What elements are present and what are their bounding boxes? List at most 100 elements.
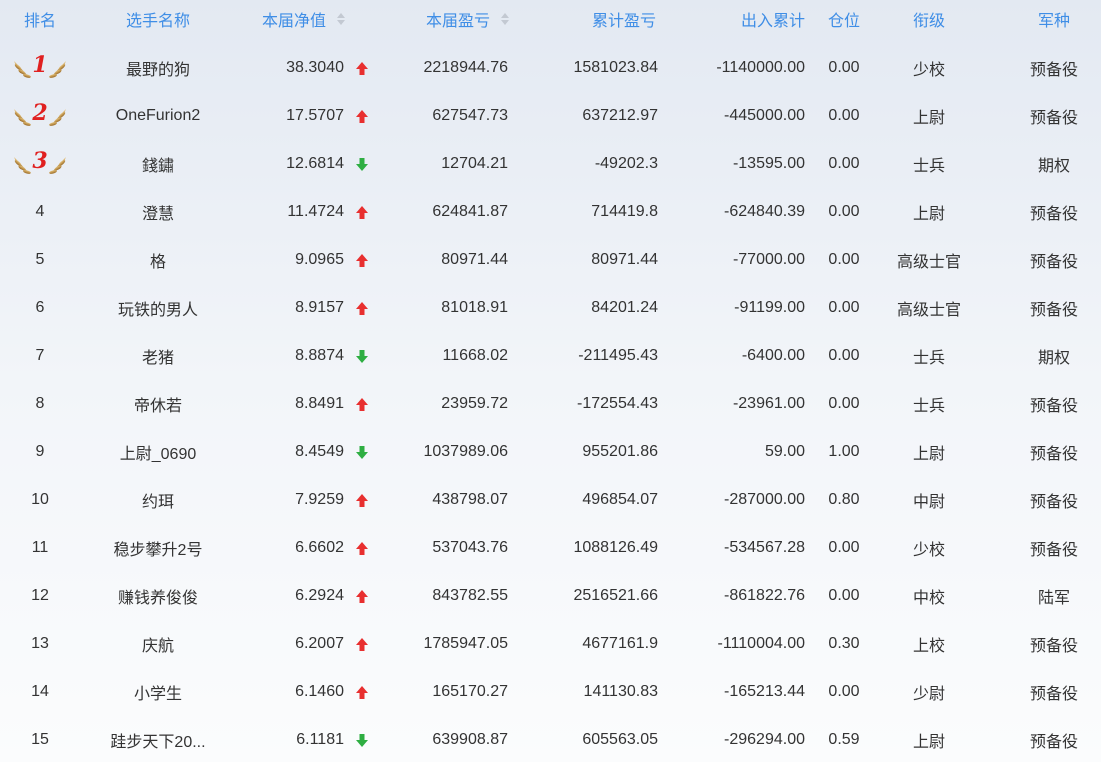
cell-branch: 期权 bbox=[1037, 158, 1070, 175]
cell-rank: 11 bbox=[0, 524, 80, 572]
cell-title: 少校 bbox=[912, 62, 945, 79]
sort-icon[interactable] bbox=[336, 13, 346, 25]
table-row[interactable]: 10 约珥 7.9259 438798.07 496854.07 -287000.00 0.… bbox=[0, 476, 1101, 524]
cell-title: 士兵 bbox=[912, 350, 945, 367]
arrow-up-icon bbox=[350, 572, 374, 620]
cell-title: 高级士官 bbox=[896, 302, 961, 319]
table-row[interactable]: 1 最野的狗 38.3040 2218944.76 1581023.84 -1140000… bbox=[0, 44, 1101, 92]
cell-cumulative: 141130.83 bbox=[583, 683, 658, 700]
cell-rank: 10 bbox=[0, 476, 80, 524]
cell-pnl: 537043.76 bbox=[432, 539, 508, 556]
header-position: 仓位 bbox=[827, 13, 860, 30]
cell-branch: 预备役 bbox=[1029, 398, 1078, 415]
cell-flow: -534567.28 bbox=[724, 539, 805, 556]
cell-flow: -445000.00 bbox=[724, 107, 805, 124]
cell-pnl: 1037989.06 bbox=[423, 443, 508, 460]
cell-nav: 7.9259 bbox=[295, 491, 344, 508]
cell-branch: 预备役 bbox=[1029, 446, 1078, 463]
table-row[interactable]: 6 玩铁的男人 8.9157 81018.91 84201.24 -91199.00 0.0… bbox=[0, 284, 1101, 332]
player-name-link[interactable]: 老猪 bbox=[80, 332, 236, 380]
player-name-link[interactable]: 约珥 bbox=[80, 476, 236, 524]
player-name-link[interactable]: 跬步天下20... bbox=[80, 716, 236, 762]
cell-flow: -91199.00 bbox=[734, 299, 805, 316]
cell-cumulative: 714419.8 bbox=[591, 203, 658, 220]
cell-flow: -624840.39 bbox=[724, 203, 805, 220]
player-name-link[interactable]: 庆航 bbox=[80, 620, 236, 668]
cell-nav: 6.2924 bbox=[295, 587, 344, 604]
arrow-up-icon bbox=[350, 620, 374, 668]
cell-nav: 8.8491 bbox=[295, 395, 344, 412]
cell-nav: 8.4549 bbox=[295, 443, 344, 460]
cell-rank: 14 bbox=[0, 668, 80, 716]
cell-position: 0.00 bbox=[828, 299, 860, 316]
cell-branch: 预备役 bbox=[1029, 494, 1078, 511]
table-row[interactable]: 9 上尉_0690 8.4549 1037989.06 955201.86 59.00 1.… bbox=[0, 428, 1101, 476]
rank-number: 11 bbox=[31, 539, 49, 556]
laurel-medal-icon: 2 bbox=[12, 100, 68, 131]
player-name-link[interactable]: 小学生 bbox=[80, 668, 236, 716]
cell-position: 0.00 bbox=[828, 155, 860, 172]
cell-pnl: 80971.44 bbox=[441, 251, 508, 268]
table-row[interactable]: 12 赚钱养俊俊 6.2924 843782.55 2516521.66 -861822.… bbox=[0, 572, 1101, 620]
rank-number: 8 bbox=[35, 395, 45, 412]
arrow-up-icon bbox=[350, 92, 374, 140]
cell-title: 上尉 bbox=[912, 734, 945, 751]
cell-branch: 预备役 bbox=[1029, 542, 1078, 559]
header-nav-sortable[interactable]: 本届净值 bbox=[236, 0, 346, 38]
rank-number: 13 bbox=[31, 635, 49, 652]
player-name-link[interactable]: 錢鏽 bbox=[80, 140, 236, 188]
cell-position: 0.00 bbox=[828, 395, 860, 412]
table-row[interactable]: 13 庆航 6.2007 1785947.05 4677161.9 -1110004.00… bbox=[0, 620, 1101, 668]
player-name-link[interactable]: 玩铁的男人 bbox=[80, 284, 236, 332]
table-row[interactable]: 2 OneFurion2 17.5707 627547.73 637212.97 -445… bbox=[0, 92, 1101, 140]
table-row[interactable]: 8 帝休若 8.8491 23959.72 -172554.43 -23961.00 0.0… bbox=[0, 380, 1101, 428]
cell-nav: 38.3040 bbox=[286, 59, 344, 76]
player-name-link[interactable]: 上尉_0690 bbox=[80, 428, 236, 476]
table-row[interactable]: 11 稳步攀升2号 6.6602 537043.76 1088126.49 -534567… bbox=[0, 524, 1101, 572]
rank-number: 6 bbox=[35, 299, 45, 316]
cell-flow: -296294.00 bbox=[724, 731, 805, 748]
player-name-link[interactable]: 赚钱养俊俊 bbox=[80, 572, 236, 620]
cell-position: 0.00 bbox=[828, 347, 860, 364]
table-row[interactable]: 14 小学生 6.1460 165170.27 141130.83 -165213.44 0… bbox=[0, 668, 1101, 716]
rank-number: 4 bbox=[35, 203, 45, 220]
player-name-link[interactable]: 帝休若 bbox=[80, 380, 236, 428]
cell-branch: 预备役 bbox=[1029, 686, 1078, 703]
player-name-link[interactable]: 澄慧 bbox=[80, 188, 236, 236]
cell-position: 0.00 bbox=[828, 683, 860, 700]
cell-cumulative: -49202.3 bbox=[594, 155, 658, 172]
table-row[interactable]: 7 老猪 8.8874 11668.02 -211495.43 -6400.00 0.00 士… bbox=[0, 332, 1101, 380]
table-row[interactable]: 3 錢鏽 12.6814 12704.21 -49202.3 -13595.00 0.00 士… bbox=[0, 140, 1101, 188]
cell-rank: 13 bbox=[0, 620, 80, 668]
table-header: 排名 选手名称 本届净值 本届盈亏 累计盈亏 出入累计 仓位 衔级 军种 bbox=[0, 0, 1101, 38]
header-pnl-sortable[interactable]: 本届盈亏 bbox=[380, 0, 510, 38]
table-row[interactable]: 4 澄慧 11.4724 624841.87 714419.8 -624840.39 0.0… bbox=[0, 188, 1101, 236]
cell-nav: 11.4724 bbox=[287, 203, 344, 220]
player-name-link[interactable]: 格 bbox=[80, 236, 236, 284]
table-row[interactable]: 15 跬步天下20... 6.1181 639908.87 605563.05 -2962… bbox=[0, 716, 1101, 762]
cell-pnl: 627547.73 bbox=[432, 107, 508, 124]
rank-number: 7 bbox=[35, 347, 45, 364]
cell-pnl: 2218944.76 bbox=[423, 59, 508, 76]
cell-nav: 17.5707 bbox=[286, 107, 344, 124]
cell-rank: 7 bbox=[0, 332, 80, 380]
cell-position: 1.00 bbox=[828, 443, 860, 460]
cell-rank: 1 bbox=[0, 44, 80, 92]
player-name-link[interactable]: OneFurion2 bbox=[80, 92, 236, 140]
rank-number: 1 bbox=[32, 52, 48, 78]
arrow-up-icon bbox=[350, 476, 374, 524]
cell-title: 中尉 bbox=[912, 494, 945, 511]
player-name-link[interactable]: 最野的狗 bbox=[80, 44, 236, 92]
cell-cumulative: 2516521.66 bbox=[573, 587, 658, 604]
cell-position: 0.30 bbox=[828, 635, 860, 652]
rank-number: 10 bbox=[31, 491, 49, 508]
sort-icon[interactable] bbox=[500, 13, 510, 25]
cell-branch: 预备役 bbox=[1029, 110, 1078, 127]
cell-title: 士兵 bbox=[912, 158, 945, 175]
arrow-up-icon bbox=[350, 236, 374, 284]
cell-flow: -23961.00 bbox=[732, 395, 805, 412]
rank-number: 15 bbox=[31, 731, 49, 748]
cell-flow: -77000.00 bbox=[732, 251, 805, 268]
table-row[interactable]: 5 格 9.0965 80971.44 80971.44 -77000.00 0.00 高级士… bbox=[0, 236, 1101, 284]
player-name-link[interactable]: 稳步攀升2号 bbox=[80, 524, 236, 572]
